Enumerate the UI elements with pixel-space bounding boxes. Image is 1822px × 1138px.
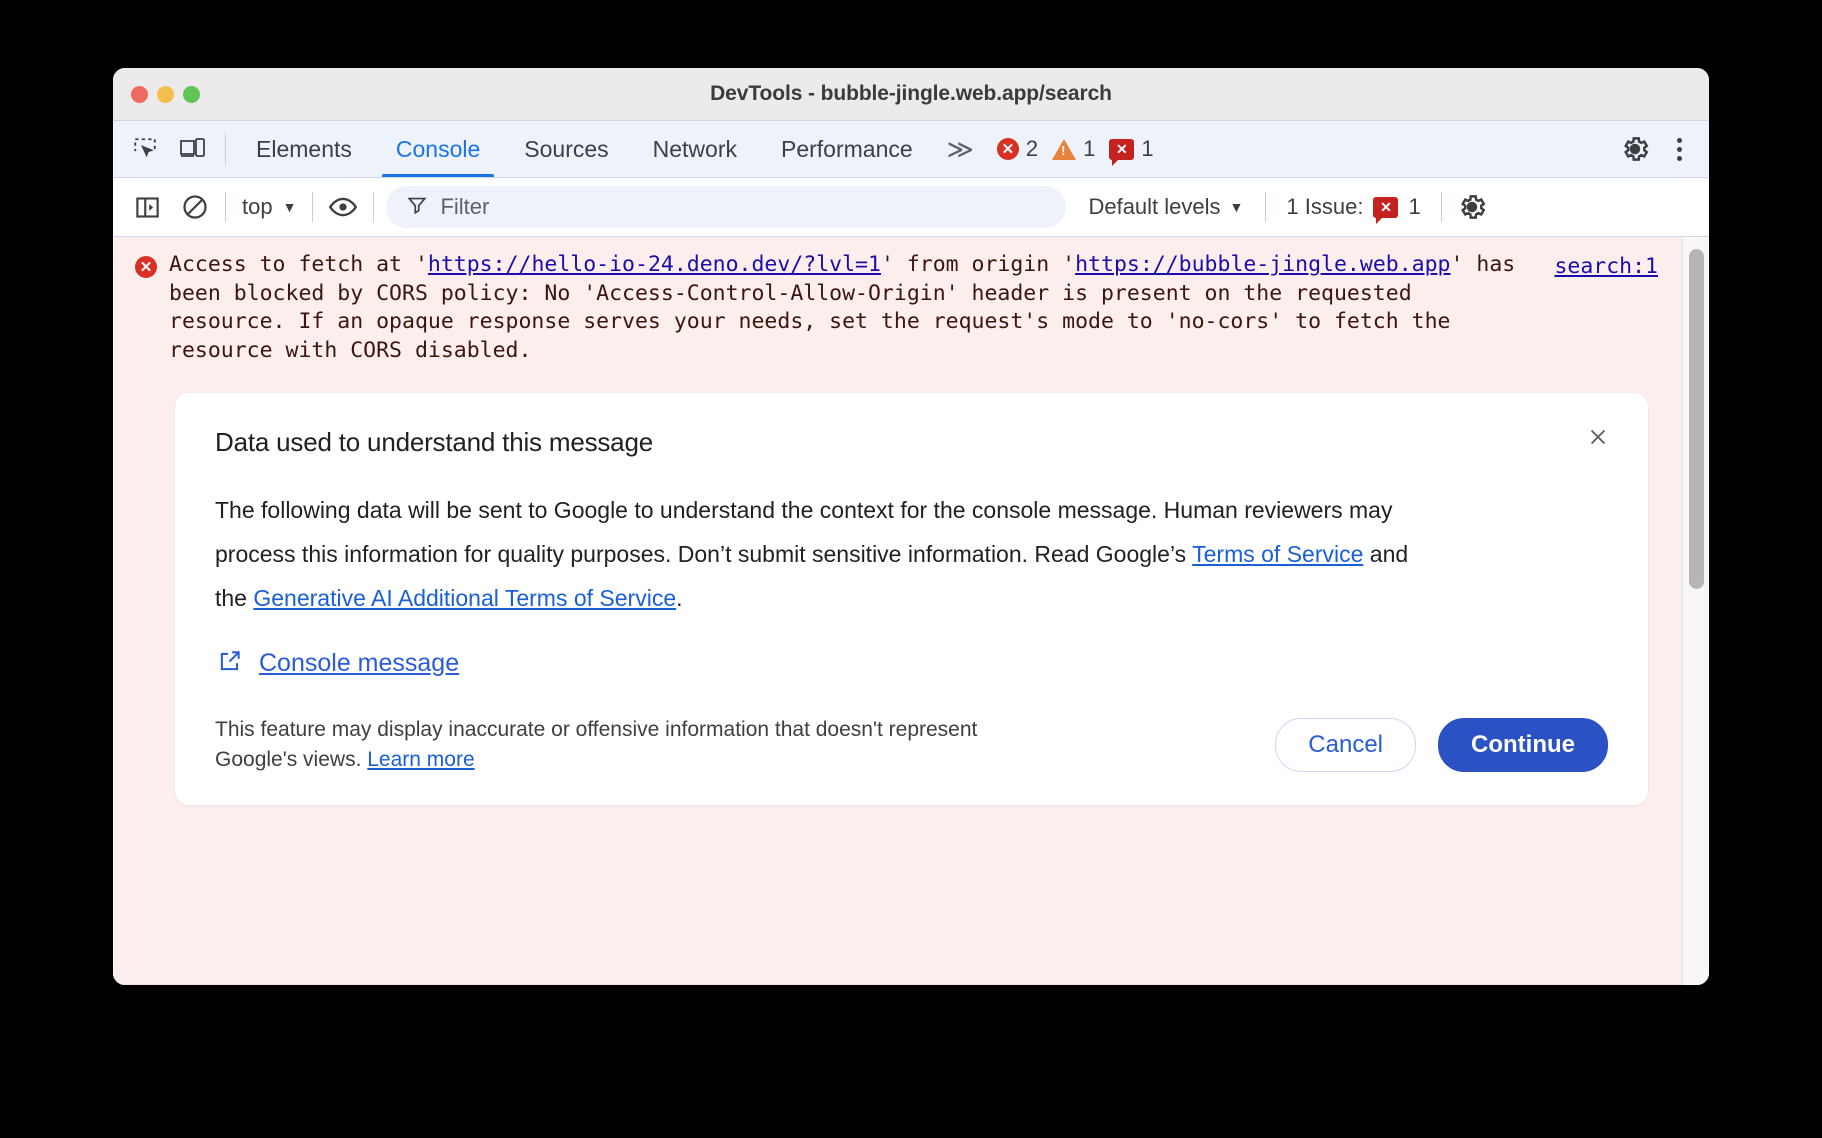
tab-sources[interactable]: Sources	[502, 121, 630, 177]
dialog-body-part3: .	[676, 585, 682, 611]
chevron-down-icon: ▼	[1230, 199, 1244, 215]
toolbar-divider	[225, 192, 226, 222]
console-scrollbar-thumb[interactable]	[1689, 249, 1704, 589]
issue-icon: ✕	[1373, 197, 1398, 218]
tab-elements[interactable]: Elements	[234, 121, 374, 177]
gear-icon[interactable]	[1611, 134, 1659, 164]
tab-label: Performance	[781, 136, 913, 163]
issues-summary[interactable]: 1 Issue: ✕ 1	[1272, 194, 1434, 220]
minimize-window-button[interactable]	[157, 86, 174, 103]
error-counter[interactable]: ✕ 2	[993, 136, 1042, 162]
toolbar-divider	[1265, 192, 1266, 222]
error-prefix: Access to fetch at '	[169, 252, 428, 277]
toolbar-divider	[312, 192, 313, 222]
log-levels-select[interactable]: Default levels ▼	[1072, 194, 1259, 220]
console-source-link[interactable]: search:1	[1554, 254, 1658, 279]
execution-context-select[interactable]: top ▼	[232, 194, 306, 220]
console-error-text: Access to fetch at 'https://hello-io-24.…	[169, 251, 1666, 365]
tab-label: Elements	[256, 136, 352, 163]
generative-ai-terms-link[interactable]: Generative AI Additional Terms of Servic…	[253, 585, 676, 611]
warning-icon	[1052, 139, 1076, 160]
error-mid: ' from origin '	[881, 252, 1075, 277]
tab-performance[interactable]: Performance	[759, 121, 935, 177]
console-message-data-row: Console message	[217, 648, 1608, 679]
devtools-window: DevTools - bubble-jingle.web.app/search …	[113, 68, 1709, 985]
zoom-window-button[interactable]	[183, 86, 200, 103]
close-window-button[interactable]	[131, 86, 148, 103]
filter-input-wrapper[interactable]: Filter	[386, 186, 1066, 228]
console-message-link[interactable]: Console message	[259, 649, 459, 678]
filter-input[interactable]: Filter	[440, 194, 489, 220]
issue-counter[interactable]: ✕ 1	[1105, 136, 1157, 162]
tab-network[interactable]: Network	[631, 121, 759, 177]
window-titlebar: DevTools - bubble-jingle.web.app/search	[113, 68, 1709, 121]
warning-counter[interactable]: 1	[1048, 136, 1099, 162]
console-scrollbar[interactable]	[1682, 237, 1709, 985]
chevron-down-icon: ▼	[283, 199, 297, 215]
close-icon[interactable]	[1580, 419, 1616, 455]
more-tabs-icon[interactable]: ≫	[935, 121, 983, 177]
learn-more-link[interactable]: Learn more	[367, 748, 474, 771]
error-icon: ✕	[997, 138, 1019, 160]
issues-summary-count: 1	[1408, 194, 1420, 220]
log-levels-value: Default levels	[1088, 194, 1220, 220]
console-error-message[interactable]: ✕ Access to fetch at 'https://hello-io-2…	[113, 237, 1682, 367]
dialog-title: Data used to understand this message	[215, 427, 1608, 458]
tab-console[interactable]: Console	[374, 121, 502, 177]
console-body: ✕ Access to fetch at 'https://hello-io-2…	[113, 237, 1709, 985]
device-toolbar-icon[interactable]	[169, 121, 217, 177]
tab-label: Console	[396, 136, 480, 163]
inspect-element-icon[interactable]	[121, 121, 169, 177]
disclaimer-text: This feature may display inaccurate or o…	[215, 718, 977, 771]
terms-of-service-link[interactable]: Terms of Service	[1192, 541, 1363, 567]
tabstrip-right-tools	[1594, 121, 1699, 177]
error-url-link-1[interactable]: https://hello-io-24.deno.dev/?lvl=1	[428, 252, 881, 277]
execution-context-value: top	[242, 194, 273, 220]
window-title: DevTools - bubble-jingle.web.app/search	[113, 82, 1709, 106]
tab-label: Sources	[524, 136, 608, 163]
issues-summary-label: 1 Issue:	[1286, 194, 1363, 220]
error-icon: ✕	[135, 251, 169, 365]
live-expressions-icon[interactable]	[319, 183, 367, 231]
dialog-disclaimer: This feature may display inaccurate or o…	[215, 715, 995, 775]
clear-console-icon[interactable]	[171, 183, 219, 231]
dialog-body-text: The following data will be sent to Googl…	[215, 488, 1445, 620]
toolbar-divider	[1441, 192, 1442, 222]
toolbar-divider	[225, 133, 226, 165]
data-usage-dialog: Data used to understand this message The…	[175, 393, 1648, 805]
toolbar-divider	[373, 192, 374, 222]
external-link-icon	[217, 648, 243, 679]
settings-gear-icon[interactable]	[1448, 183, 1496, 231]
dialog-actions: Cancel Continue	[1275, 718, 1608, 772]
error-count: 2	[1026, 136, 1038, 162]
console-sidebar-icon[interactable]	[123, 183, 171, 231]
issue-icon: ✕	[1109, 139, 1134, 160]
devtools-tabstrip: Elements Console Sources Network Perform…	[113, 121, 1709, 178]
traffic-lights	[131, 68, 200, 120]
warning-count: 1	[1083, 136, 1095, 162]
panel-tabs: Elements Console Sources Network Perform…	[234, 121, 935, 177]
status-counters: ✕ 2 1 ✕ 1	[983, 121, 1158, 177]
kebab-menu-icon[interactable]	[1659, 138, 1699, 161]
tab-label: Network	[653, 136, 737, 163]
console-toolbar: top ▼ Filter Default levels ▼ 1 I	[113, 178, 1709, 237]
console-message-group: ✕ Access to fetch at 'https://hello-io-2…	[113, 237, 1682, 985]
error-url-link-2[interactable]: https://bubble-jingle.web.app	[1075, 252, 1450, 277]
filter-icon	[406, 194, 428, 221]
continue-button[interactable]: Continue	[1438, 718, 1608, 772]
cancel-button[interactable]: Cancel	[1275, 718, 1416, 772]
issue-count: 1	[1141, 136, 1153, 162]
dialog-footer: This feature may display inaccurate or o…	[215, 715, 1608, 775]
